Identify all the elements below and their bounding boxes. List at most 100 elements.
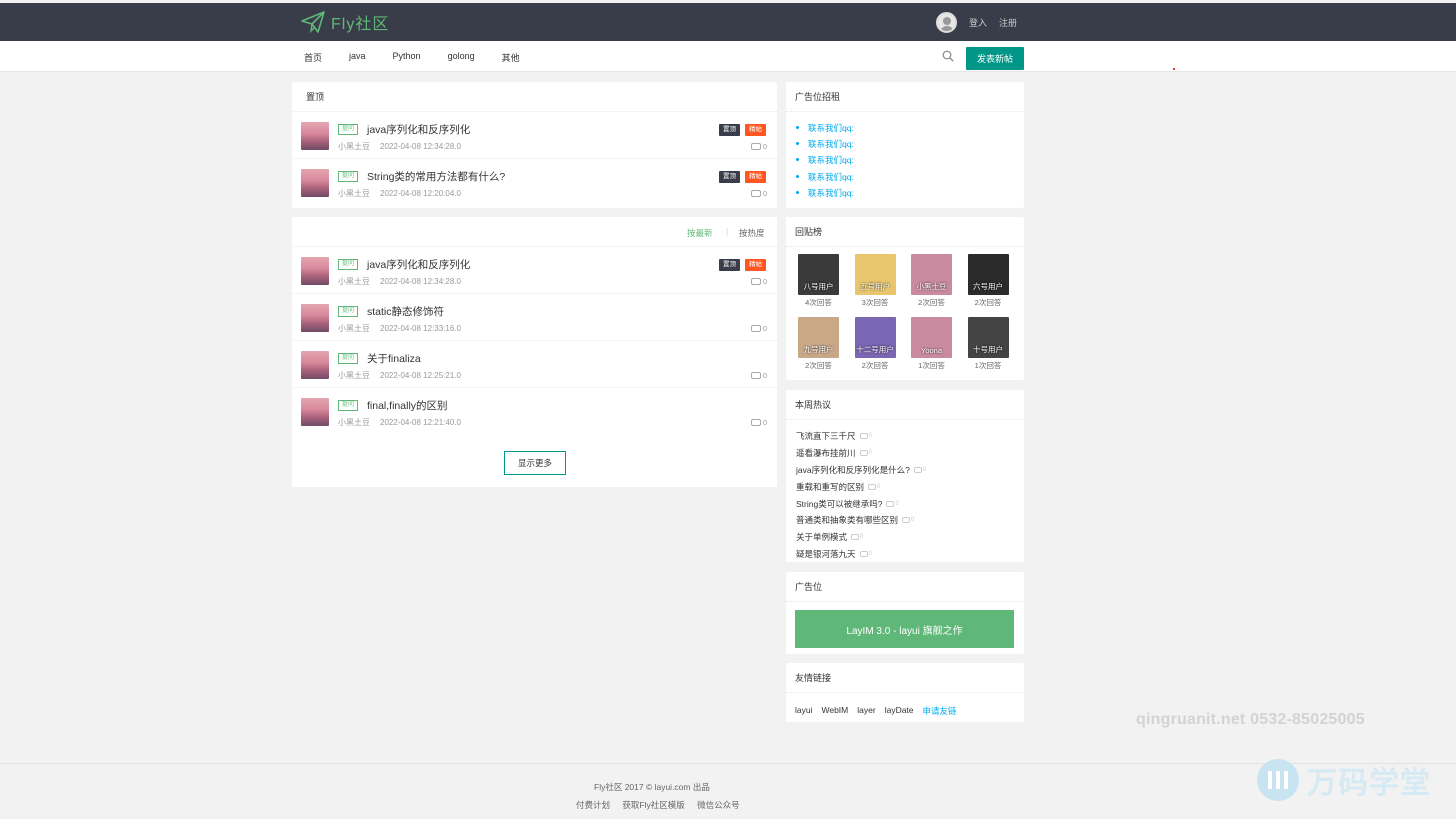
new-post-button[interactable]: 发表新帖 [966,47,1024,70]
list-item[interactable]: 提问 String类的常用方法都有什么? 小黑土豆 2022-04-08 12:2… [292,159,777,206]
hot-topic-count-value: 0 [868,450,872,457]
list-item[interactable]: 提问 关于finaliza 小黑土豆 2022-04-08 12:25:21.0 … [292,341,777,388]
post-author[interactable]: 小黑土豆 [338,142,370,151]
nav-item-python[interactable]: Python [393,51,421,64]
list-item[interactable]: 提问 java序列化和反序列化 小黑土豆 2022-04-08 12:34:28.… [292,112,777,159]
ad-link[interactable]: 联系我们qq: [796,122,1024,138]
hot-topic-count-value: 0 [895,500,899,507]
list-item[interactable]: 提问 java序列化和反序列化 小黑土豆 2022-04-08 12:34:28.… [292,247,777,294]
category-tag: 提问 [338,400,359,411]
hot-topic-item[interactable]: 重载和重写的区别 0 [796,478,1024,495]
friend-link[interactable]: layer [857,705,875,717]
friend-link[interactable]: layDate [885,705,914,717]
login-link[interactable]: 登入 [969,16,987,29]
friend-link[interactable]: layui [795,705,812,717]
hot-topic-title[interactable]: 疑是银河落九天 [796,548,856,560]
post-author[interactable]: 小黑土豆 [338,324,370,333]
hot-topic-title[interactable]: 遥看瀑布挂前川 [796,447,856,459]
hot-topic-title[interactable]: 关于单例模式 [796,531,847,543]
reply-user-avatar[interactable]: 五号用户 [854,254,896,295]
comment-icon [859,450,868,457]
hot-topic-item[interactable]: 普通类和抽象类有哪些区别 0 [796,512,1024,529]
sort-latest-tab[interactable]: 按最新 [687,227,713,239]
post-title[interactable]: java序列化和反序列化 [367,122,470,137]
reply-user-avatar[interactable]: 八号用户 [798,254,839,295]
comment-icon [750,143,761,150]
ad-link[interactable]: 联系我们qq: [796,187,1024,203]
hot-topic-item[interactable]: String类可以被继承吗? 0 [796,495,1024,512]
post-title[interactable]: java序列化和反序列化 [367,257,470,272]
footer-link[interactable]: 付费计划 [576,800,610,810]
hot-topic-item[interactable]: 遥看瀑布挂前川 0 [796,445,1024,462]
reply-user[interactable]: 八号用户 4次回答 [798,254,839,308]
author-avatar[interactable] [301,169,329,197]
search-icon[interactable] [942,50,954,62]
hot-topic-title[interactable]: 普通类和抽象类有哪些区别 [796,514,898,526]
post-title[interactable]: 关于finaliza [367,351,421,366]
comment-icon [750,278,761,285]
hot-topic-item[interactable]: java序列化和反序列化是什么? 0 [796,462,1024,479]
post-author[interactable]: 小黑土豆 [338,277,370,286]
ad-link[interactable]: 联系我们qq: [796,171,1024,187]
reply-user-avatar[interactable]: Yoona [911,317,952,358]
hot-topic-item[interactable]: 飞流直下三千尺 0 [796,428,1024,445]
hot-topics-panel: 本周热议 飞流直下三千尺 0 遥看瀑布挂前川 0 java序列化和反序列化是什么? 0… [786,390,1024,562]
ad-link[interactable]: 联系我们qq: [796,154,1024,170]
friend-link[interactable]: WebIM [821,705,848,717]
author-avatar[interactable] [301,398,329,426]
nav-item-golong[interactable]: golong [448,51,475,64]
reply-user-avatar[interactable]: 十号用户 [967,317,1009,358]
author-avatar[interactable] [301,304,329,332]
hot-topic-title[interactable]: 飞流直下三千尺 [796,430,856,442]
post-author[interactable]: 小黑土豆 [338,418,370,427]
reply-user[interactable]: Yoona 1次回答 [911,317,952,371]
post-meta: 小黑土豆 2022-04-08 12:34:28.0 [338,276,461,287]
nav-item-home[interactable]: 首页 [304,51,322,64]
reply-user[interactable]: 十二号用户 2次回答 [854,317,896,371]
post-date: 2022-04-08 12:34:28.0 [380,277,461,286]
layim-banner[interactable]: LayIM 3.0 - layui 旗舰之作 [795,610,1014,648]
post-title[interactable]: static静态修饰符 [367,304,444,319]
reply-user-avatar[interactable]: 九号用户 [798,317,839,358]
hot-topic-item[interactable]: 关于单例模式 0 [796,529,1024,546]
reply-user[interactable]: 九号用户 2次回答 [798,317,839,371]
author-avatar[interactable] [301,257,329,285]
author-avatar[interactable] [301,122,329,150]
hot-topic-title[interactable]: String类可以被继承吗? [796,498,882,510]
hot-topic-count-value: 0 [868,550,872,557]
reply-user-avatar[interactable]: 小黑土豆 [911,254,952,295]
hot-topic-title[interactable]: 重载和重写的区别 [796,481,864,493]
sort-hot-tab[interactable]: 按热度 [739,227,765,239]
ad-link[interactable]: 联系我们qq: [796,138,1024,154]
featured-badge: 精帖 [745,171,766,183]
author-avatar[interactable] [301,351,329,379]
footer: Fly社区 2017 © layui.com 出品 付费计划 获取Fly社区模版… [0,763,1456,819]
reply-user[interactable]: 小黑土豆 2次回答 [911,254,952,308]
hot-topic-item[interactable]: 疑是银河落九天 0 [796,546,1024,563]
reply-user-name: 五号用户 [860,282,890,291]
comment-count: 0 [750,418,767,427]
show-more-button[interactable]: 显示更多 [504,451,566,475]
footer-link[interactable]: 获取Fly社区模版 [622,800,684,810]
post-title[interactable]: final,finally的区别 [367,398,448,413]
list-item[interactable]: 提问 final,finally的区别 小黑土豆 2022-04-08 12:21… [292,388,777,435]
user-avatar-icon[interactable] [936,12,957,33]
reply-user[interactable]: 六号用户 2次回答 [967,254,1009,308]
post-title[interactable]: String类的常用方法都有什么? [367,169,505,184]
register-link[interactable]: 注册 [999,16,1017,29]
apply-friend-link[interactable]: 申请友链 [923,705,957,717]
reply-user-avatar[interactable]: 六号用户 [967,254,1009,295]
comment-icon [913,466,922,473]
nav-item-other[interactable]: 其他 [502,51,520,64]
hot-topic-title[interactable]: java序列化和反序列化是什么? [796,464,910,476]
post-author[interactable]: 小黑土豆 [338,189,370,198]
nav-items: 首页 java Python golong 其他 [304,51,547,64]
post-author[interactable]: 小黑土豆 [338,371,370,380]
nav-item-java[interactable]: java [349,51,366,64]
reply-user[interactable]: 十号用户 1次回答 [967,317,1009,371]
reply-user-avatar[interactable]: 十二号用户 [854,317,896,358]
reply-user[interactable]: 五号用户 3次回答 [854,254,896,308]
logo[interactable]: Fly社区 [301,9,389,35]
footer-link[interactable]: 微信公众号 [697,800,740,810]
list-item[interactable]: 提问 static静态修饰符 小黑土豆 2022-04-08 12:33:16.0… [292,294,777,341]
